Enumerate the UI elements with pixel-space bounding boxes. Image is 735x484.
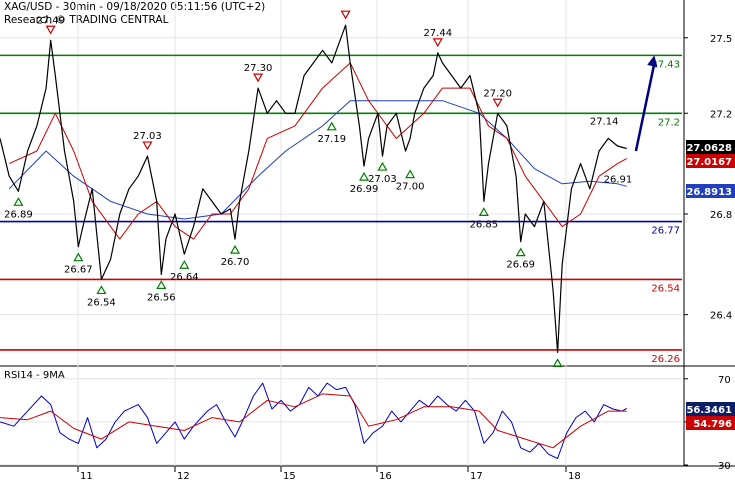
rsi-y-tick-label: 70 [718, 375, 731, 386]
price-y-tick-label: 27.5 [710, 34, 732, 45]
chart-background [0, 0, 735, 480]
price-y-tick-label: 27.2 [710, 109, 732, 120]
peak-label: 27.30 [244, 63, 273, 74]
badge-text-current-price: 27.0628 [686, 143, 732, 154]
x-axis-tick-label: 16 [379, 471, 392, 480]
rsi-y-tick-label: 30 [718, 461, 731, 472]
price-y-tick-label: 26.4 [710, 311, 732, 322]
trough-label: 26.56 [147, 292, 176, 303]
x-axis-tick-label: 18 [568, 471, 581, 480]
rsi-title: RSI14 - 9MA [4, 370, 65, 381]
trough-label: 26.54 [87, 297, 116, 308]
chart-subtitle: Research © TRADING CENTRAL [4, 14, 169, 26]
x-axis-tick-label: 11 [80, 471, 93, 480]
x-axis-tick-label: 17 [470, 471, 483, 480]
peak-label: 27.20 [483, 88, 512, 99]
level-label-pivot: 26.77 [651, 226, 680, 237]
badge-text-rsi-value: 56.3461 [686, 405, 732, 416]
trough-label: 26.85 [470, 219, 499, 230]
trough-label: 27.19 [317, 134, 346, 145]
chart-title: XAG/USD - 30min - 09/18/2020 05:11:56 (U… [4, 1, 265, 13]
trough-label: 27.00 [396, 182, 425, 193]
level-label-support-1: 26.54 [651, 283, 680, 294]
trough-label: 26.70 [221, 257, 250, 268]
trough-label: 26.67 [64, 265, 93, 276]
trough-label: 26.69 [506, 260, 535, 271]
badge-text-fast-ma: 27.0167 [686, 157, 732, 168]
chart-root: XAG/USD - 30min - 09/18/2020 05:11:56 (U… [0, 0, 735, 482]
value-label: 26.91 [604, 174, 633, 185]
badge-text-rsi-ma-value: 54.796 [693, 419, 732, 430]
value-label: 27.14 [590, 116, 619, 127]
peak-label: 27.03 [133, 131, 162, 142]
trough-label: 27.03 [368, 174, 397, 185]
badge-text-slow-ma: 26.8913 [686, 187, 732, 198]
level-label-support-2: 26.26 [651, 354, 680, 365]
price-y-tick-label: 26.8 [710, 210, 732, 221]
trough-label: 26.89 [4, 209, 33, 220]
chart-svg: XAG/USD - 30min - 09/18/2020 05:11:56 (U… [0, 0, 735, 482]
trough-label: 26.64 [170, 272, 199, 283]
peak-label: 27.49 [36, 15, 65, 26]
x-axis-tick-label: 12 [177, 471, 190, 480]
level-label-resistance-1: 27.2 [658, 117, 680, 128]
x-axis-tick-label: 15 [283, 471, 296, 480]
peak-label: 27.44 [423, 28, 452, 39]
trough-label: 26.99 [350, 184, 379, 195]
